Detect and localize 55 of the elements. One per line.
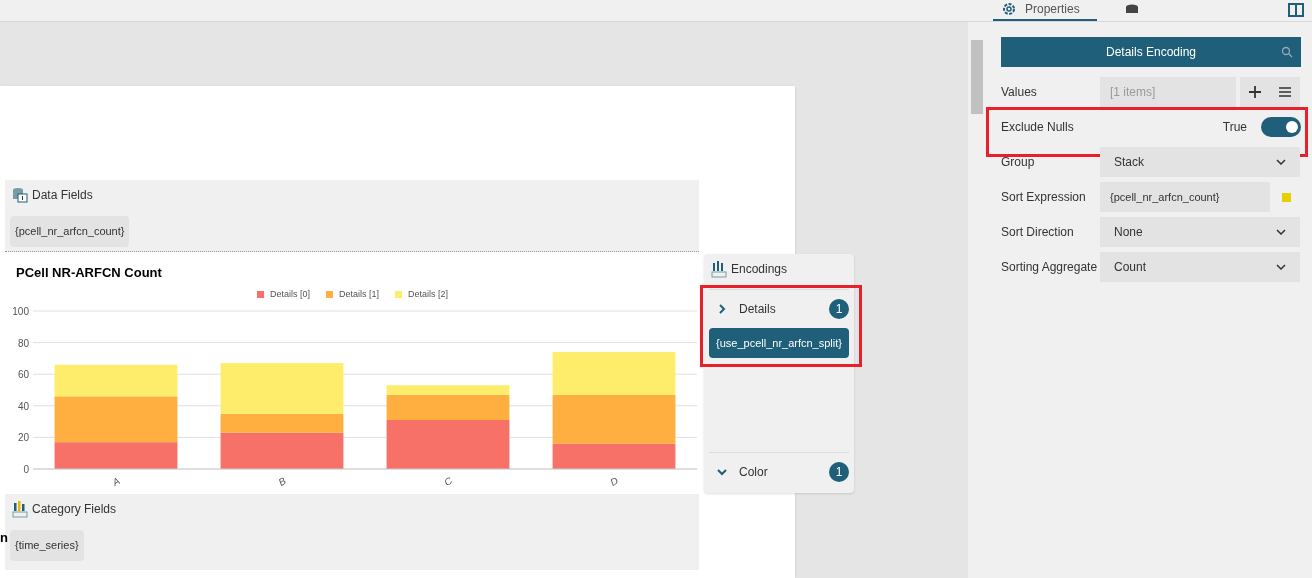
toggle-value: True bbox=[1222, 119, 1247, 136]
property-label: Exclude Nulls bbox=[1001, 120, 1075, 134]
count-badge: 1 bbox=[829, 299, 849, 319]
encoding-group[interactable]: Color 1 bbox=[709, 457, 849, 487]
property-label: Sort Direction bbox=[1001, 225, 1075, 239]
bar-chart-icon bbox=[711, 260, 727, 278]
chevron-down-icon bbox=[1276, 264, 1286, 270]
layout-button[interactable] bbox=[1288, 3, 1304, 17]
field-chip[interactable]: {time_series} bbox=[10, 530, 84, 561]
panel-title: Category Fields bbox=[32, 501, 117, 518]
legend-label: Details [1] bbox=[339, 288, 380, 301]
encoding-group[interactable]: Details 1 bbox=[709, 294, 849, 324]
x-tick-label: D bbox=[608, 474, 621, 488]
database-icon bbox=[12, 187, 28, 203]
chevron-down-icon bbox=[717, 467, 727, 477]
gear-icon bbox=[1001, 1, 1017, 17]
y-tick-label: 100 bbox=[12, 306, 29, 317]
chevron-down-icon bbox=[1276, 229, 1286, 235]
menu-icon bbox=[1279, 87, 1291, 97]
properties-tab[interactable]: Properties bbox=[993, 0, 1097, 21]
legend-label: Details [0] bbox=[270, 288, 311, 301]
dropdown[interactable]: None bbox=[1100, 217, 1300, 247]
encoding-field-chip[interactable]: {use_pcell_nr_arfcn_split} bbox=[709, 328, 849, 358]
x-tick-label: A bbox=[110, 475, 122, 488]
x-tick-label: B bbox=[276, 475, 288, 488]
property-label: Values bbox=[1001, 85, 1038, 99]
expression-field[interactable]: {pcell_nr_arfcn_count} bbox=[1100, 182, 1270, 212]
count-badge: 1 bbox=[829, 462, 849, 482]
y-tick-label: 20 bbox=[17, 432, 29, 444]
panel-title: Data Fields bbox=[32, 187, 93, 204]
search-icon bbox=[1281, 46, 1293, 58]
field-chip[interactable]: {pcell_nr_arfcn_count} bbox=[10, 216, 130, 247]
x-tick-label: C bbox=[442, 474, 455, 488]
bar-chart-icon bbox=[12, 500, 28, 518]
chevron-right-icon bbox=[717, 304, 727, 314]
chevron-down-icon bbox=[1276, 159, 1286, 165]
dropdown[interactable]: Count bbox=[1100, 252, 1300, 282]
property-label: Sort Expression bbox=[1001, 190, 1087, 204]
chart-title: PCell NR-ARFCN Count bbox=[16, 264, 162, 282]
menu-button[interactable] bbox=[1279, 87, 1291, 97]
legend-label: Details [2] bbox=[408, 288, 449, 301]
dropdown[interactable]: Stack bbox=[1100, 147, 1300, 177]
panel-title: Encodings bbox=[731, 261, 788, 278]
add-button[interactable] bbox=[1249, 86, 1261, 98]
y-tick-label: 80 bbox=[17, 337, 29, 349]
section-header: Details Encoding bbox=[1001, 37, 1301, 67]
property-label: Sorting Aggregate bbox=[1001, 260, 1099, 274]
layout-icon bbox=[1288, 3, 1304, 17]
y-tick-label: 40 bbox=[17, 400, 29, 412]
y-tick-label: 0 bbox=[23, 464, 29, 475]
toggle-switch[interactable] bbox=[1261, 117, 1301, 137]
property-label: Group bbox=[1001, 155, 1036, 169]
plus-icon bbox=[1249, 86, 1261, 98]
y-tick-label: 60 bbox=[17, 369, 29, 381]
cut-off-text: n bbox=[0, 529, 8, 547]
